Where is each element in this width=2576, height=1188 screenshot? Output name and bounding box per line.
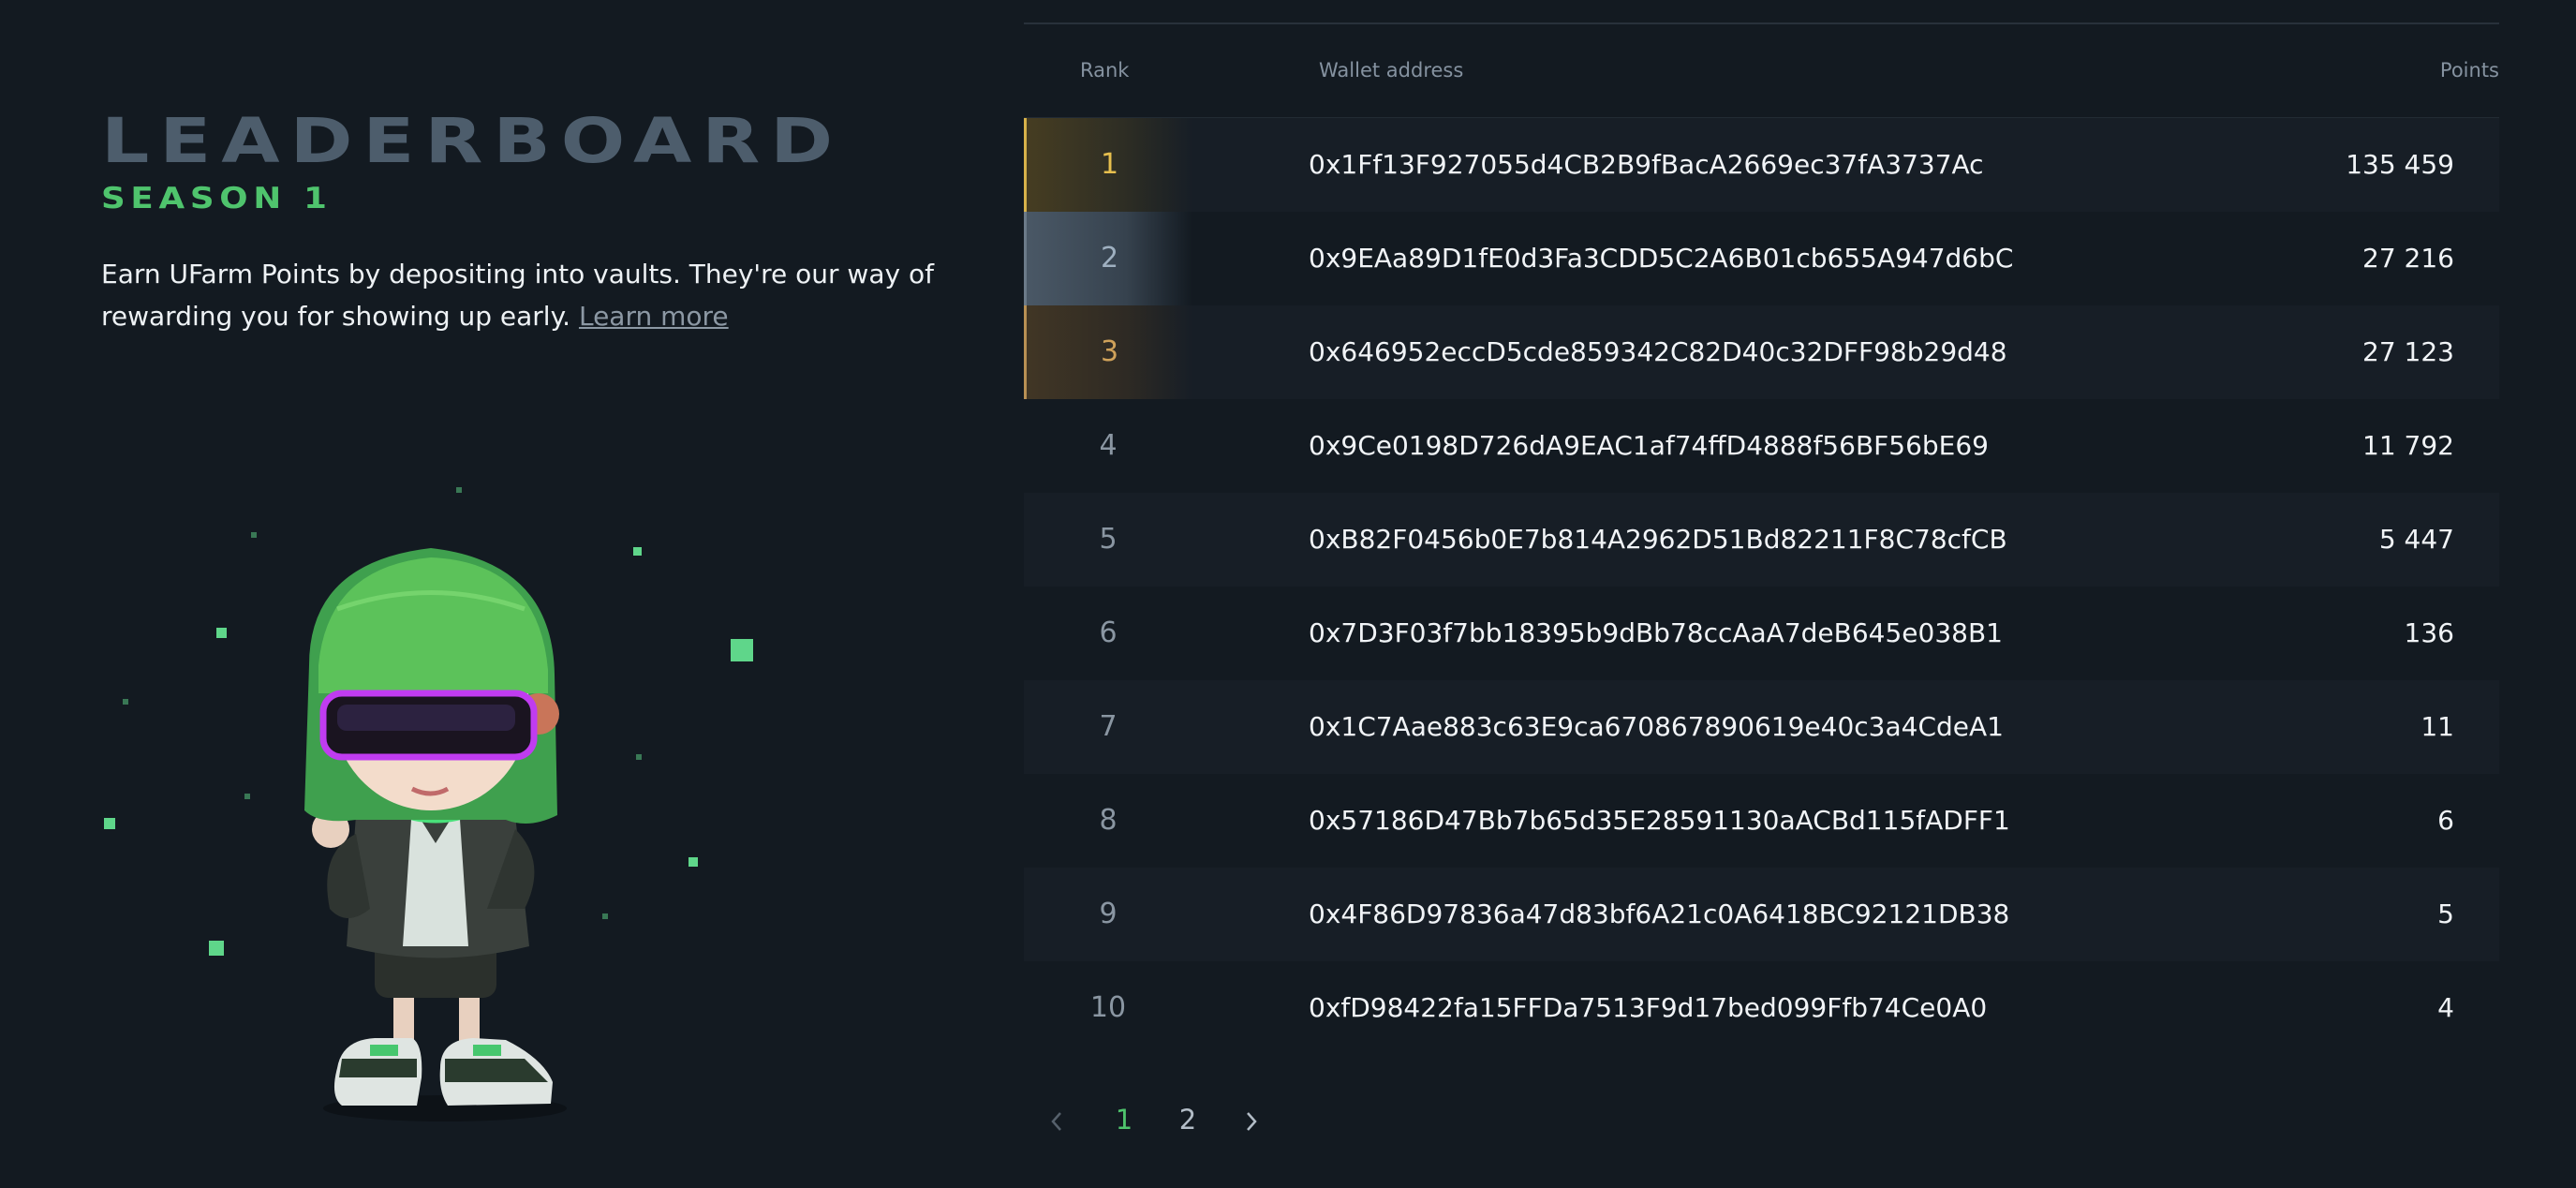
points-value: 11 bbox=[2421, 711, 2454, 742]
chevron-right-icon[interactable] bbox=[1237, 1098, 1266, 1141]
table-body: 1 0x1Ff13F927055d4CB2B9fBacA2669ec37fA37… bbox=[1024, 118, 2499, 1055]
column-header-points: Points bbox=[2439, 59, 2499, 82]
sparkle bbox=[244, 794, 250, 799]
sparkle bbox=[209, 941, 224, 956]
points-value: 135 459 bbox=[2346, 149, 2454, 180]
table-row: 4 0x9Ce0198D726dA9EAC1af74ffD4888f56BF56… bbox=[1024, 399, 2499, 493]
rank-cell: 10 bbox=[1089, 991, 1127, 1024]
table-row: 5 0xB82F0456b0E7b814A2962D51Bd82211F8C78… bbox=[1024, 493, 2499, 587]
column-header-wallet: Wallet address bbox=[1319, 59, 1464, 82]
wallet-address: 0xfD98422fa15FFDa7513F9d17bed099Ffb74Ce0… bbox=[1309, 992, 1988, 1023]
sparkle bbox=[456, 487, 462, 493]
page-title: LEADERBOARD bbox=[101, 105, 844, 177]
mascot-illustration bbox=[104, 487, 753, 1121]
sparkle bbox=[731, 639, 753, 661]
table-row: 7 0x1C7Aae883c63E9ca670867890619e40c3a4C… bbox=[1024, 680, 2499, 774]
sparkle bbox=[104, 818, 115, 829]
pagination: 1 2 bbox=[1024, 1098, 1399, 1141]
rank-cell: 4 bbox=[1099, 429, 1118, 462]
wallet-address: 0x9Ce0198D726dA9EAC1af74ffD4888f56BF56bE… bbox=[1309, 430, 1989, 461]
wallet-address: 0x1Ff13F927055d4CB2B9fBacA2669ec37fA3737… bbox=[1309, 149, 1984, 180]
season-label: SEASON 1 bbox=[101, 182, 333, 215]
sparkle bbox=[602, 913, 608, 919]
sparkle bbox=[216, 628, 227, 638]
table-row: 9 0x4F86D97836a47d83bf6A21c0A6418BC92121… bbox=[1024, 868, 2499, 961]
points-value: 11 792 bbox=[2362, 430, 2454, 461]
wallet-address: 0x1C7Aae883c63E9ca670867890619e40c3a4Cde… bbox=[1309, 711, 2004, 742]
rank-cell: 7 bbox=[1099, 710, 1118, 743]
rank-cell: 8 bbox=[1099, 804, 1118, 837]
sparkle bbox=[688, 857, 698, 867]
table-row: 2 0x9EAa89D1fE0d3Fa3CDD5C2A6B01cb655A947… bbox=[1024, 212, 2499, 305]
sparkle bbox=[633, 547, 642, 556]
table-row: 1 0x1Ff13F927055d4CB2B9fBacA2669ec37fA37… bbox=[1024, 118, 2499, 212]
wallet-address: 0xB82F0456b0E7b814A2962D51Bd82211F8C78cf… bbox=[1309, 524, 2007, 555]
points-value: 6 bbox=[2437, 805, 2454, 836]
table-row: 6 0x7D3F03f7bb18395b9dBb78ccAaA7deB645e0… bbox=[1024, 587, 2499, 680]
page-1-button[interactable]: 1 bbox=[1110, 1098, 1138, 1141]
wallet-address: 0x7D3F03f7bb18395b9dBb78ccAaA7deB645e038… bbox=[1309, 617, 2003, 648]
rank-cell: 6 bbox=[1099, 616, 1118, 649]
points-value: 27 123 bbox=[2362, 336, 2454, 367]
wallet-address: 0x646952eccD5cde859342C82D40c32DFF98b29d… bbox=[1309, 336, 2007, 367]
description-text: Earn UFarm Points by depositing into vau… bbox=[101, 259, 934, 332]
description: Earn UFarm Points by depositing into vau… bbox=[101, 253, 944, 337]
table-row: 8 0x57186D47Bb7b65d35E28591130aACBd115fA… bbox=[1024, 774, 2499, 868]
points-value: 136 bbox=[2404, 617, 2454, 648]
intro-panel: LEADERBOARD SEASON 1 Earn UFarm Points b… bbox=[0, 0, 993, 1188]
points-value: 5 bbox=[2437, 898, 2454, 929]
rank-cell: 9 bbox=[1099, 898, 1118, 930]
table-header: Rank Wallet address Points bbox=[1024, 24, 2499, 119]
wallet-address: 0x57186D47Bb7b65d35E28591130aACBd115fADF… bbox=[1309, 805, 2010, 836]
learn-more-link[interactable]: Learn more bbox=[579, 301, 729, 332]
rank-cell: 3 bbox=[1024, 305, 1192, 399]
wallet-address: 0x9EAa89D1fE0d3Fa3CDD5C2A6B01cb655A947d6… bbox=[1309, 243, 2014, 274]
wallet-address: 0x4F86D97836a47d83bf6A21c0A6418BC92121DB… bbox=[1309, 898, 2010, 929]
table-row: 3 0x646952eccD5cde859342C82D40c32DFF98b2… bbox=[1024, 305, 2499, 399]
chevron-left-icon[interactable] bbox=[1043, 1098, 1071, 1141]
page-2-button[interactable]: 2 bbox=[1174, 1098, 1202, 1141]
sparkle bbox=[123, 699, 128, 705]
sparkle bbox=[251, 532, 257, 538]
table-row: 10 0xfD98422fa15FFDa7513F9d17bed099Ffb74… bbox=[1024, 961, 2499, 1055]
points-value: 5 447 bbox=[2378, 524, 2454, 555]
points-value: 27 216 bbox=[2362, 243, 2454, 274]
sparkle bbox=[636, 754, 642, 760]
rank-cell: 5 bbox=[1099, 523, 1118, 556]
rank-cell: 1 bbox=[1024, 118, 1192, 212]
column-header-rank: Rank bbox=[1080, 59, 1130, 82]
points-value: 4 bbox=[2437, 992, 2454, 1023]
rank-cell: 2 bbox=[1024, 212, 1192, 305]
